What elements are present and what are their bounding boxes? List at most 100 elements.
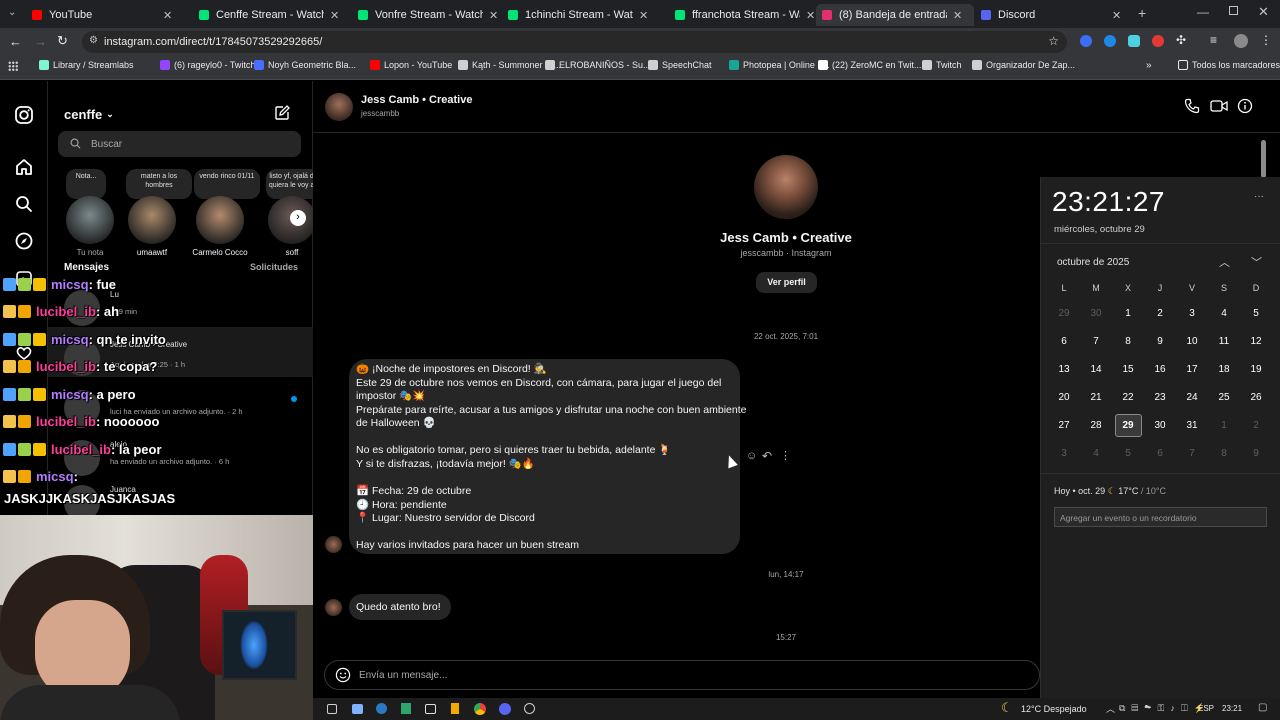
- bookmark-item[interactable]: ELROBANIÑOS - Su...: [545, 60, 651, 70]
- note-item[interactable]: vendo rinco 01/11 Carmelo Cocco: [192, 169, 260, 259]
- taskbar-app-icon[interactable]: [401, 703, 411, 714]
- browser-tab[interactable]: 1chinchi Stream - Watch Li ✕: [502, 4, 660, 26]
- calendar-day[interactable]: 6: [1051, 336, 1077, 347]
- calendar-day[interactable]: 4: [1211, 308, 1237, 319]
- bookmark-item[interactable]: Twitch: [922, 60, 962, 70]
- calendar-day[interactable]: 4: [1083, 448, 1109, 459]
- search-input[interactable]: Buscar: [58, 131, 301, 157]
- menu-kebab-icon[interactable]: ⋮: [1260, 33, 1272, 47]
- message-composer[interactable]: Envía un mensaje...: [324, 660, 1040, 690]
- calendar-day[interactable]: 22: [1115, 392, 1141, 403]
- browser-tab[interactable]: Vonfre Stream - Watch Live ✕: [352, 4, 510, 26]
- calendar-day[interactable]: 3: [1051, 448, 1077, 459]
- calendar-day[interactable]: 8: [1211, 448, 1237, 459]
- close-window-button[interactable]: ✕: [1258, 4, 1269, 20]
- discord-icon[interactable]: [499, 703, 511, 715]
- close-tab-icon[interactable]: ✕: [489, 9, 498, 22]
- input-language[interactable]: ESP: [1198, 704, 1214, 713]
- more-bookmarks-icon[interactable]: »: [1146, 60, 1152, 71]
- more-options-icon[interactable]: ⋮: [780, 449, 791, 462]
- calendar-day[interactable]: 29: [1051, 308, 1077, 319]
- account-switcher[interactable]: cenffe ⌄: [64, 107, 114, 122]
- calendar-day[interactable]: 10: [1179, 336, 1205, 347]
- extension-icon[interactable]: [1128, 35, 1140, 47]
- calendar-day[interactable]: 1: [1211, 420, 1237, 431]
- react-emoji-icon[interactable]: ☺: [746, 450, 757, 462]
- forward-button[interactable]: →: [34, 34, 47, 49]
- thread-scrollbar[interactable]: [1261, 140, 1266, 178]
- media-controls-icon[interactable]: ≡: [1210, 33, 1217, 47]
- calendar-day[interactable]: 23: [1147, 392, 1173, 403]
- calendar-day[interactable]: 7: [1179, 448, 1205, 459]
- next-month-chevron-icon[interactable]: ﹀: [1251, 254, 1262, 270]
- browser-tab[interactable]: Discord ✕: [975, 4, 1130, 26]
- notification-bell-icon[interactable]: ▢: [1258, 702, 1267, 713]
- note-item[interactable]: Nota... Tu nota: [66, 169, 130, 259]
- notes-next-arrow[interactable]: ›: [290, 210, 306, 226]
- flyout-more-icon[interactable]: ···: [1254, 191, 1264, 202]
- sender-avatar[interactable]: [325, 599, 342, 616]
- header-name[interactable]: Jess Camb • Creative: [361, 94, 472, 106]
- bookmark-item[interactable]: (22) ZeroMC en Twit...: [818, 60, 921, 70]
- note-item[interactable]: maten a los hombres umaawtf: [126, 169, 192, 259]
- close-tab-icon[interactable]: ✕: [330, 9, 339, 22]
- bookmark-item[interactable]: (6) rageylo0 - Twitch: [160, 60, 255, 70]
- taskbar-app-icon[interactable]: [524, 703, 535, 714]
- sender-avatar[interactable]: [325, 536, 342, 553]
- close-tab-icon[interactable]: ✕: [806, 9, 815, 22]
- tab-list-dropdown-icon[interactable]: ⌄: [8, 7, 16, 18]
- calendar-day[interactable]: 31: [1179, 420, 1205, 431]
- calendar-day[interactable]: 5: [1243, 308, 1269, 319]
- message-bubble[interactable]: 🎃 ¡Noche de impostores en Discord! 🕵️ Est…: [349, 359, 746, 554]
- calendar-day[interactable]: 7: [1083, 336, 1109, 347]
- taskbar-app-icon[interactable]: [425, 704, 436, 714]
- message-bubble[interactable]: Quedo atento bro!: [349, 594, 451, 620]
- phone-call-icon[interactable]: [1184, 98, 1200, 114]
- extension-icon[interactable]: [1104, 35, 1116, 47]
- home-icon[interactable]: [14, 157, 34, 177]
- close-tab-icon[interactable]: ✕: [163, 9, 172, 22]
- compose-icon[interactable]: [274, 105, 290, 121]
- calendar-day[interactable]: 3: [1179, 308, 1205, 319]
- bookmark-item[interactable]: Library / Streamlabs: [39, 60, 134, 70]
- site-info-icon[interactable]: ⚙: [89, 35, 98, 46]
- calendar-day[interactable]: 21: [1083, 392, 1109, 403]
- apps-grid-icon[interactable]: [8, 61, 18, 71]
- browser-tab[interactable]: Cenffe Stream - Watch Live on ✕: [193, 4, 351, 26]
- video-call-icon[interactable]: [1210, 98, 1228, 114]
- minimize-button[interactable]: —: [1197, 5, 1209, 19]
- calendar-day[interactable]: 25: [1211, 392, 1237, 403]
- restore-button[interactable]: [1229, 6, 1238, 15]
- add-event-input[interactable]: Agregar un evento o un recordatorio: [1054, 507, 1267, 527]
- bookmark-item[interactable]: Noyh Geometric Bla...: [254, 60, 356, 70]
- calendar-day[interactable]: 1: [1115, 308, 1141, 319]
- emoji-picker-icon[interactable]: [335, 667, 351, 683]
- bookmark-item[interactable]: Photopea | Online P...: [729, 60, 830, 70]
- calendar-day[interactable]: 2: [1243, 420, 1269, 431]
- calendar-day[interactable]: 30: [1147, 420, 1173, 431]
- search-icon[interactable]: [14, 194, 34, 214]
- info-icon[interactable]: [1237, 98, 1253, 114]
- close-tab-icon[interactable]: ✕: [1112, 9, 1121, 22]
- profile-avatar-large[interactable]: [754, 155, 818, 219]
- bookmark-item[interactable]: Organizador De Zap...: [972, 60, 1075, 70]
- address-bar[interactable]: ⚙ instagram.com/direct/t/178450735292926…: [82, 31, 1067, 53]
- browser-tab[interactable]: YouTube ✕: [26, 4, 184, 26]
- calendar-day[interactable]: 5: [1115, 448, 1141, 459]
- calendar-day[interactable]: 17: [1179, 364, 1205, 375]
- calendar-day[interactable]: 11: [1211, 336, 1237, 347]
- calendar-day[interactable]: 30: [1083, 308, 1109, 319]
- clock-date[interactable]: miércoles, octubre 29: [1054, 224, 1145, 235]
- reply-icon[interactable]: ↶: [762, 449, 772, 463]
- taskbar-app-icon[interactable]: [327, 704, 337, 714]
- taskbar-app-icon[interactable]: [352, 704, 363, 714]
- bookmark-item[interactable]: SpeechChat: [648, 60, 712, 70]
- explore-icon[interactable]: [14, 231, 34, 251]
- calendar-day[interactable]: 2: [1147, 308, 1173, 319]
- all-bookmarks-folder[interactable]: Todos los marcadores: [1178, 60, 1280, 70]
- back-button[interactable]: ←: [9, 34, 22, 49]
- calendar-month[interactable]: octubre de 2025: [1057, 257, 1129, 268]
- browser-tab[interactable]: (8) Bandeja de entrada • Chats ✕: [816, 4, 974, 26]
- instagram-logo-icon[interactable]: [14, 105, 34, 125]
- steam-icon[interactable]: [376, 703, 387, 714]
